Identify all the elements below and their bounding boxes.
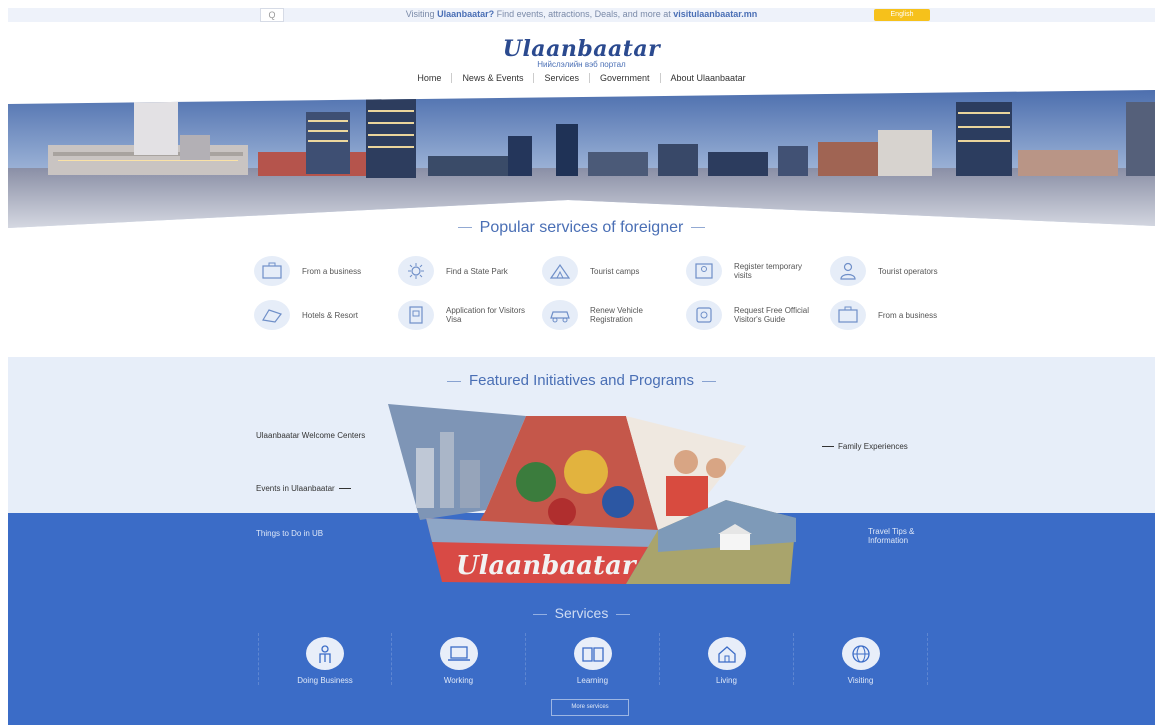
businessman-icon — [306, 637, 344, 670]
popular-service-item[interactable]: Tourist operators — [830, 255, 974, 287]
hero-cityscape-image — [8, 90, 1155, 228]
service-visiting[interactable]: Visiting — [794, 633, 928, 685]
service-living[interactable]: Living — [660, 633, 794, 685]
link-events[interactable]: Events in Ulaanbaatar — [256, 484, 355, 493]
visit-site-link[interactable]: visitulaanbaatar.mn — [673, 9, 757, 19]
service-working[interactable]: Working — [392, 633, 526, 685]
top-announcement-bar: Q Visiting Ulaanbaatar? Find events, att… — [8, 8, 1155, 22]
popular-service-item[interactable]: From a business — [254, 255, 398, 287]
popular-services-grid: From a business Find a State Park Touris… — [254, 255, 954, 331]
book-icon — [573, 637, 612, 670]
popular-service-item[interactable]: Register temporary visits — [686, 255, 830, 287]
id-card-icon — [686, 256, 722, 286]
nav-news-events[interactable]: News & Events — [451, 73, 533, 83]
nav-home[interactable]: Home — [407, 73, 451, 83]
popular-service-item[interactable]: Request Free Official Visitor's Guide — [686, 299, 830, 331]
logo-tagline: Нийслэлийн вэб портал — [537, 60, 626, 69]
nav-government[interactable]: Government — [588, 73, 660, 83]
bed-icon — [254, 300, 290, 330]
popular-service-item[interactable]: From a business — [830, 299, 974, 331]
nav-about[interactable]: About Ulaanbaatar — [659, 73, 756, 83]
person-icon — [830, 256, 866, 286]
main-navigation: Home News & Events Services Government A… — [0, 73, 1163, 83]
visitor-message: Visiting Ulaanbaatar? Find events, attra… — [405, 9, 758, 19]
services-row: Doing Business Working Learning Living V… — [258, 633, 928, 685]
camp-icon — [542, 256, 578, 286]
nav-services[interactable]: Services — [533, 73, 589, 83]
featured-photo-collage[interactable]: Ulaanbaatar — [386, 402, 796, 584]
service-learning[interactable]: Learning — [526, 633, 660, 685]
house-icon — [707, 637, 746, 670]
popular-service-item[interactable]: Application for Visitors Visa — [398, 299, 542, 331]
popular-service-item[interactable]: Hotels & Resort — [254, 299, 398, 331]
logo-wordmark: Ulaanbaatar — [502, 36, 661, 62]
language-button[interactable]: English — [874, 9, 930, 21]
ulaanbaatar-sign-text: Ulaanbaatar — [456, 551, 638, 581]
briefcase-icon — [830, 300, 866, 330]
popular-service-item[interactable]: Find a State Park — [398, 255, 542, 287]
globe-icon — [841, 637, 880, 670]
services-title: Services — [0, 605, 1163, 621]
link-things-to-do[interactable]: Things to Do in UB — [256, 529, 323, 538]
popular-service-item[interactable]: Tourist camps — [542, 255, 686, 287]
site-logo[interactable]: Ulaanbaatar Нийслэлийн вэб портал — [0, 36, 1163, 69]
popular-service-item[interactable]: Renew Vehicle Registration — [542, 299, 686, 331]
sun-icon — [398, 256, 434, 286]
briefcase-icon — [254, 256, 290, 286]
more-services-button[interactable]: More services — [551, 699, 629, 716]
popular-services-title: Popular services of foreigner — [0, 219, 1163, 237]
link-family-experiences[interactable]: Family Experiences — [818, 442, 908, 451]
service-doing-business[interactable]: Doing Business — [258, 633, 392, 685]
link-welcome-centers[interactable]: Ulaanbaatar Welcome Centers — [256, 431, 376, 440]
link-travel-tips[interactable]: Travel Tips & Information — [868, 527, 938, 545]
document-icon — [398, 300, 434, 330]
featured-title: Featured Initiatives and Programs — [0, 372, 1163, 389]
laptop-icon — [439, 637, 478, 670]
guide-icon — [686, 300, 722, 330]
car-icon — [542, 300, 578, 330]
